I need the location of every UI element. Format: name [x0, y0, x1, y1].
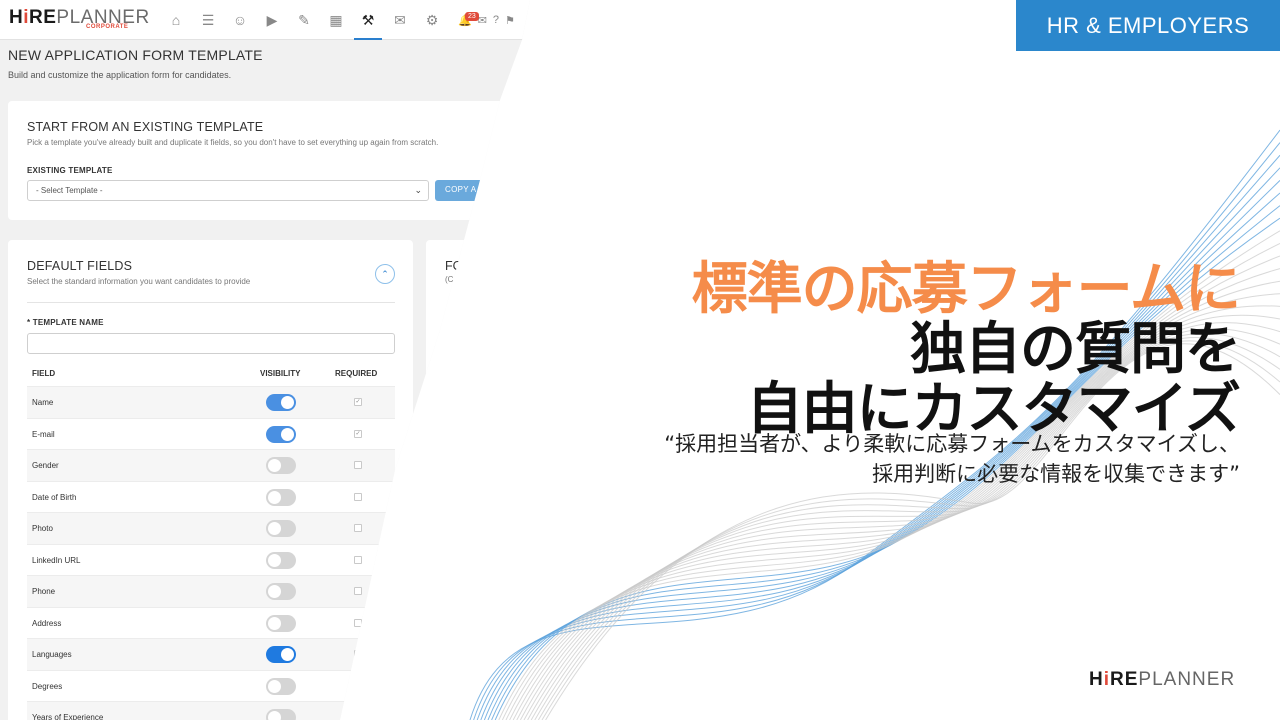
existing-template-card: START FROM AN EXISTING TEMPLATE Pick a t… [8, 101, 528, 220]
chat-icon[interactable]: ✉ [478, 14, 487, 27]
table-row: Photo [27, 512, 395, 544]
field-name: Address [32, 618, 62, 628]
quote-line-1: “採用担当者が、より柔軟に応募フォームをカスタマイズし、 [664, 432, 1240, 456]
field-name: LinkedIn URL [32, 555, 81, 565]
required-checkbox[interactable] [354, 618, 362, 627]
field-name: E-mail [32, 429, 55, 439]
logo-subtitle: CORPORATE [86, 24, 129, 30]
field-name: Degrees [32, 681, 63, 691]
visibility-toggle[interactable] [266, 425, 296, 443]
visibility-toggle[interactable] [266, 457, 296, 474]
collapse-chevron-up-icon[interactable]: ⌃ [375, 264, 395, 284]
required-checkbox[interactable] [354, 555, 362, 564]
brand-logo: HiREPLANNER [1089, 669, 1236, 690]
divider [27, 302, 395, 303]
existing-template-label: EXISTING TEMPLATE [27, 166, 113, 175]
page-title: NEW APPLICATION FORM TEMPLATE [8, 47, 263, 63]
mail-icon[interactable]: ✉ [384, 0, 416, 40]
page-subtitle: Build and customize the application form… [8, 70, 232, 80]
wrench-icon[interactable]: ⚒ [352, 0, 384, 40]
required-checkbox[interactable]: ✓ [354, 429, 362, 438]
help-icon[interactable]: ? [493, 14, 499, 27]
nav-icon-bar: ⌂ ☰ ☺ ▶ ✎ ▦ ⚒ ✉ ⚙ [160, 0, 448, 40]
table-row: Languages [27, 638, 395, 670]
visibility-toggle[interactable] [266, 520, 296, 537]
section-title: START FROM AN EXISTING TEMPLATE [27, 120, 264, 134]
select-value: - Select Template - [36, 186, 103, 195]
table-row: Gender [27, 449, 395, 481]
table-row: Phone [27, 575, 395, 607]
required-checkbox[interactable] [354, 524, 362, 532]
field-name: Date of Birth [32, 492, 77, 502]
visibility-toggle[interactable] [266, 551, 296, 569]
home-icon[interactable]: ⌂ [160, 0, 192, 40]
default-fields-card: DEFAULT FIELDS Select the standard infor… [8, 240, 413, 720]
visibility-toggle[interactable] [266, 394, 296, 411]
document-icon[interactable]: ☰ [192, 0, 224, 40]
field-name: Languages [32, 650, 72, 659]
visibility-toggle[interactable] [266, 677, 296, 695]
field-name: Photo [32, 524, 53, 533]
table-row: Address [27, 606, 395, 639]
table-row: E-mail ✓ [27, 417, 395, 450]
visibility-toggle[interactable] [266, 709, 296, 720]
visibility-toggle[interactable] [266, 488, 296, 506]
table-row: LinkedIn URL [27, 543, 395, 576]
section-subtitle: Select the standard information you want… [27, 277, 251, 286]
template-name-input[interactable] [27, 333, 395, 354]
visibility-toggle[interactable] [266, 614, 296, 632]
table-row: Date of Birth [27, 480, 395, 513]
chevron-down-icon: ⌄ [414, 185, 422, 195]
required-checkbox[interactable] [354, 587, 362, 595]
section-subtitle: Pick a template you've already built and… [27, 138, 439, 147]
table-row: Name ✓ [27, 386, 395, 418]
quote-line-2: 採用判断に必要な情報を収集できます” [872, 462, 1240, 486]
column-header-visibility: VISIBILITY [260, 369, 301, 378]
edit-icon[interactable]: ✎ [288, 0, 320, 40]
field-name: Gender [32, 461, 59, 470]
field-name: Name [32, 398, 54, 407]
gear-icon[interactable]: ⚙ [416, 0, 448, 40]
section-subtitle: (C [445, 275, 454, 284]
flag-icon[interactable]: ⚑ [505, 14, 515, 27]
visibility-toggle[interactable] [266, 646, 296, 663]
required-checkbox[interactable] [354, 461, 362, 469]
field-name: Years of Experience [32, 713, 104, 720]
table-row: Years of Experience [27, 701, 395, 720]
field-name: Phone [32, 587, 56, 596]
visibility-toggle[interactable] [266, 583, 296, 600]
section-title: DEFAULT FIELDS [27, 259, 133, 273]
megaphone-icon[interactable]: ▶ [256, 0, 288, 40]
calendar-icon[interactable]: ▦ [320, 0, 352, 40]
users-icon[interactable]: ☺ [224, 0, 256, 40]
table-row: Degrees [27, 669, 395, 702]
top-navigation: HiREPLANNER CORPORATE ⌂ ☰ ☺ ▶ ✎ ▦ ⚒ ✉ ⚙ 🔔 ✉ ? ⚑ … [0, 0, 530, 40]
required-checkbox[interactable] [354, 492, 362, 501]
template-name-label: * TEMPLATE NAME [27, 318, 104, 327]
category-badge: HR & EMPLOYERS [1016, 0, 1280, 51]
existing-template-select[interactable]: - Select Template - ⌄ [27, 180, 429, 201]
fields-table: Name ✓ E-mail ✓ Gender Date of Birth Photo Link… [27, 386, 395, 720]
notification-badge: 23 [465, 12, 479, 21]
hireplanner-logo[interactable]: HiREPLANNER [9, 8, 150, 27]
column-header-field: FIELD [32, 369, 56, 378]
column-header-required: REQUIRED [335, 369, 378, 378]
required-checkbox[interactable]: ✓ [354, 398, 362, 406]
